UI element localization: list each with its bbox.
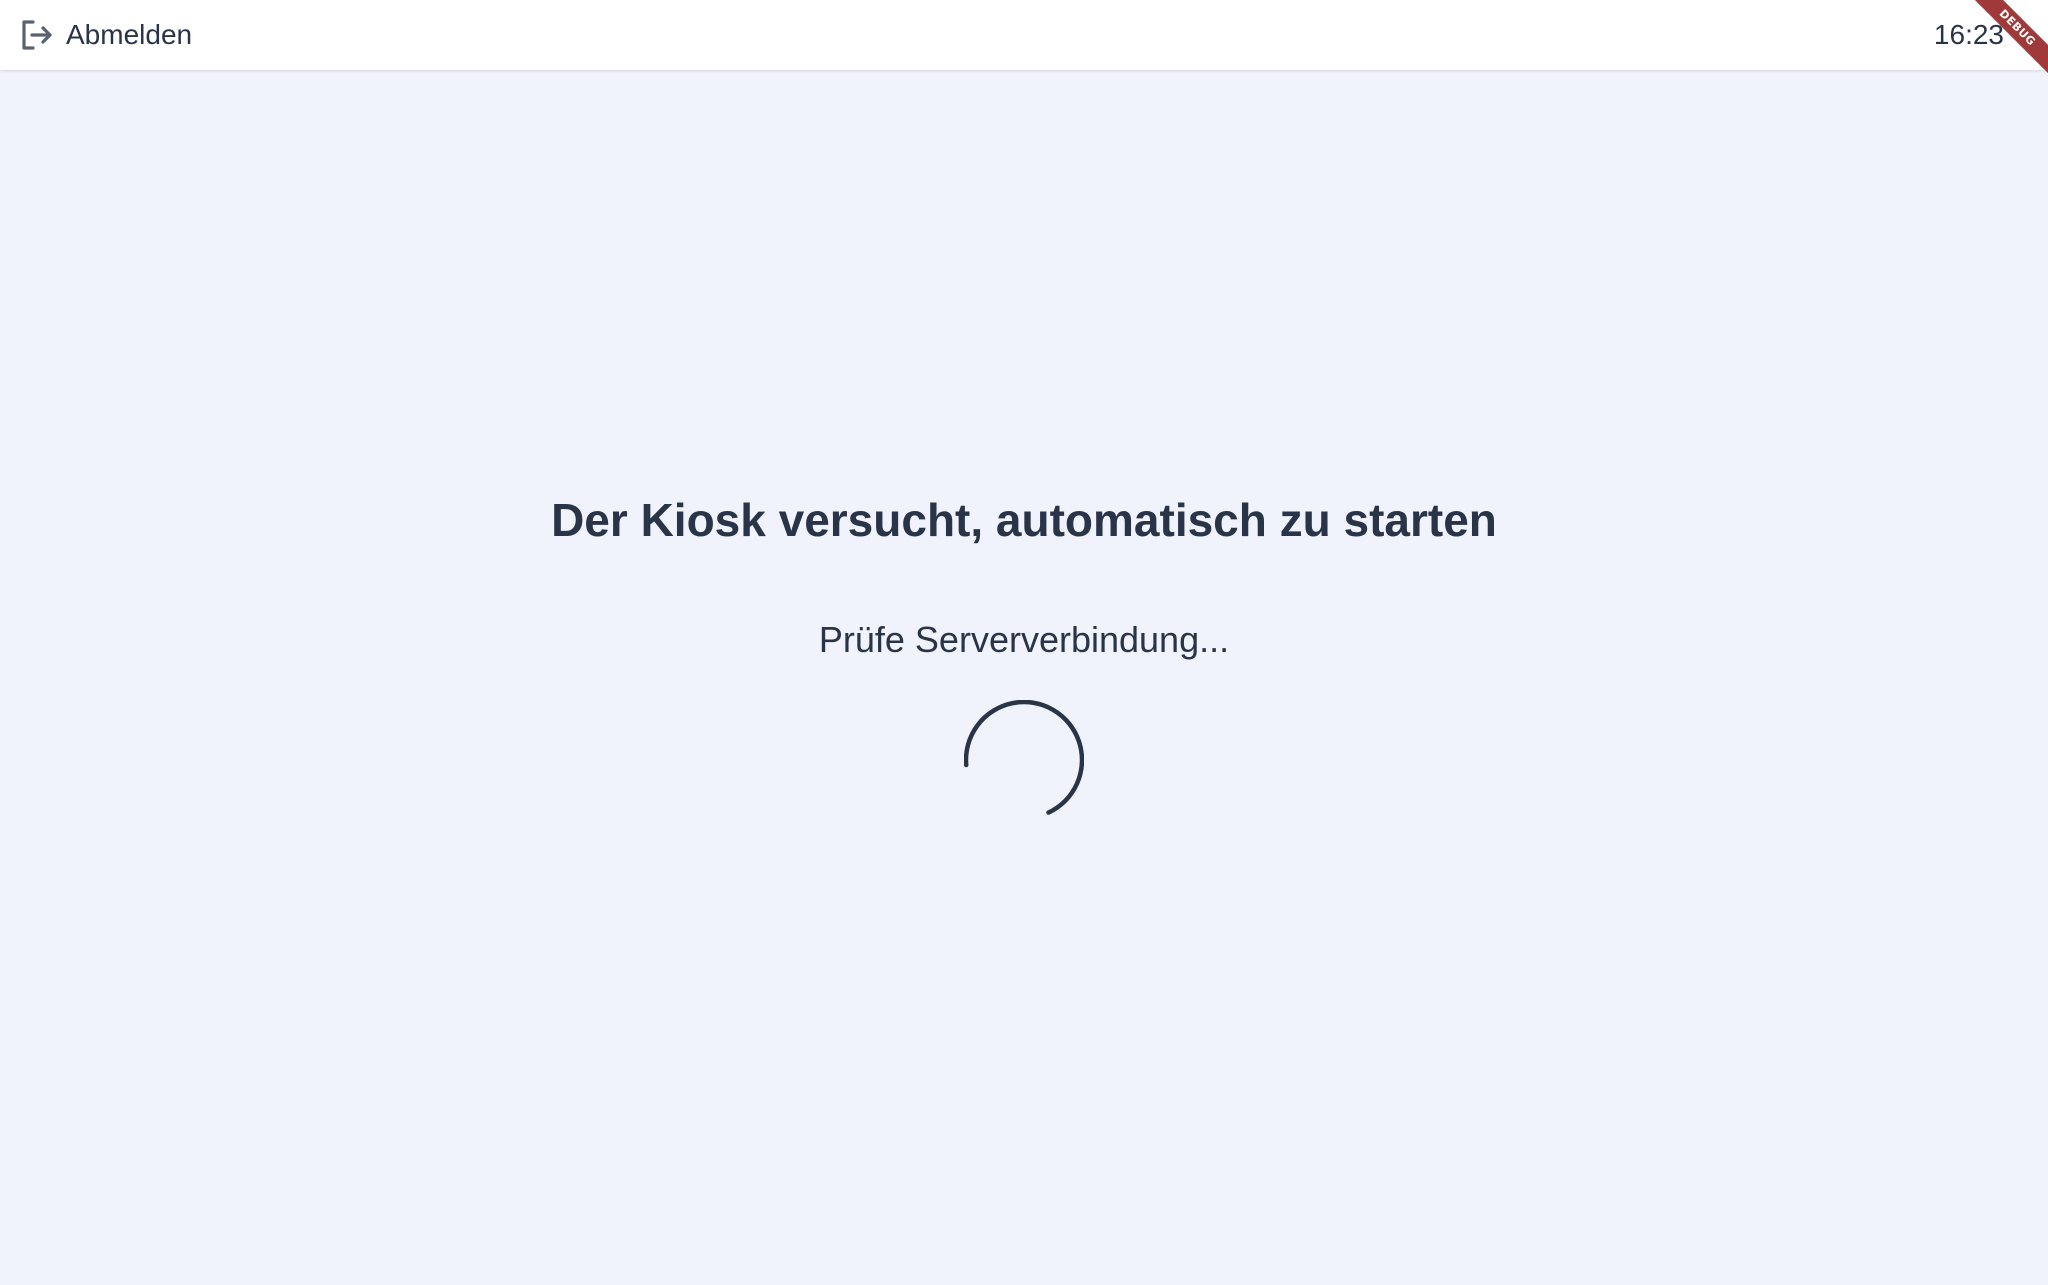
logout-button[interactable]: Abmelden (18, 15, 192, 55)
page-title: Der Kiosk versucht, automatisch zu start… (551, 494, 1497, 546)
clock: 16:23 (1933, 19, 2004, 50)
logout-label: Abmelden (66, 19, 193, 50)
status-message: Prüfe Serververbindung... (818, 619, 1230, 660)
loading-spinner (964, 700, 1084, 815)
top-bar: Abmelden 16:23 DEBUG (0, 0, 2048, 80)
main-content: Der Kiosk versucht, automatisch zu start… (0, 70, 2048, 1285)
logout-icon (18, 16, 56, 54)
